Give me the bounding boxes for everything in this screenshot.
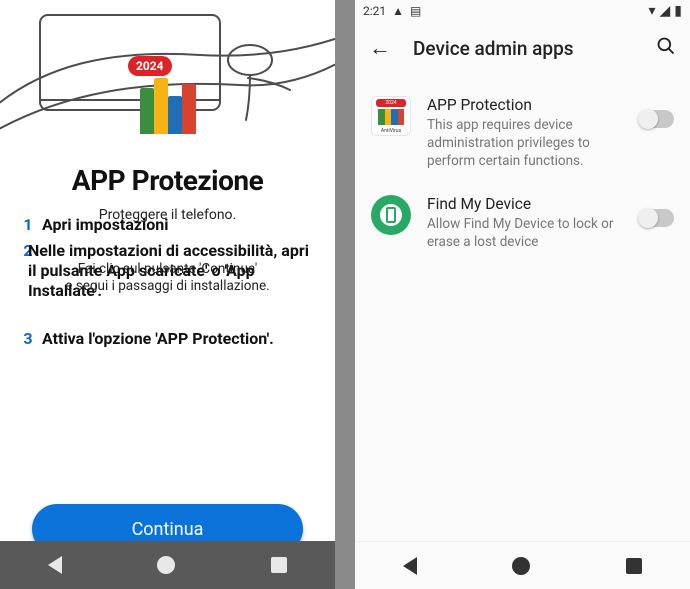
app-bar: ← Device admin apps bbox=[355, 22, 690, 74]
toggle-find-my-device[interactable] bbox=[640, 209, 674, 227]
navigation-bar bbox=[0, 541, 335, 589]
warning-icon: ▲ bbox=[392, 4, 404, 18]
step-3: 3 Attiva l'opzione 'APP Protection'. bbox=[14, 329, 321, 349]
toggle-app-protection[interactable] bbox=[640, 110, 674, 128]
list-item-app-protection[interactable]: 2024 AntiVirus APP Protection This app r… bbox=[355, 84, 690, 183]
app-protection-logo-icon bbox=[140, 78, 196, 134]
home-nav-icon[interactable] bbox=[512, 557, 530, 575]
status-time: 2:21 bbox=[363, 4, 386, 18]
search-icon[interactable] bbox=[656, 36, 676, 61]
signal-icon: ◢ bbox=[660, 3, 671, 19]
app-protection-icon: 2024 AntiVirus bbox=[371, 96, 411, 136]
back-nav-icon[interactable] bbox=[403, 557, 417, 575]
step-text: Apri impostazioni bbox=[42, 215, 169, 235]
notification-icon: ▤ bbox=[410, 4, 421, 18]
find-my-device-icon bbox=[371, 195, 411, 235]
list-item-find-my-device[interactable]: Find My Device Allow Find My Device to l… bbox=[355, 183, 690, 263]
list-item-description: Allow Find My Device to lock or erase a … bbox=[427, 215, 624, 251]
status-bar: 2:21 ▲ ▤ ▾ ◢ ▮ bbox=[355, 0, 690, 22]
list-item-description: This app requires device administration … bbox=[427, 116, 624, 171]
back-nav-icon[interactable] bbox=[48, 556, 62, 574]
recents-nav-icon[interactable] bbox=[626, 558, 642, 574]
wifi-icon: ▾ bbox=[648, 3, 655, 19]
recents-nav-icon[interactable] bbox=[271, 557, 287, 573]
overlay-text-b: e segui i passaggi di installazione. bbox=[0, 278, 335, 294]
battery-icon: ▮ bbox=[674, 3, 682, 19]
app-title: APP Protezione bbox=[0, 164, 335, 197]
screen-app-protezione: 2024 APP Protezione Proteggere il telefo… bbox=[0, 0, 335, 589]
year-badge: 2024 bbox=[128, 56, 172, 76]
app-bar-title: Device admin apps bbox=[413, 37, 656, 60]
navigation-bar bbox=[355, 541, 690, 589]
step-text: Attiva l'opzione 'APP Protection'. bbox=[42, 329, 274, 349]
back-arrow-icon[interactable]: ← bbox=[369, 35, 399, 61]
screen-device-admin: 2:21 ▲ ▤ ▾ ◢ ▮ ← Device admin apps 2024 … bbox=[355, 0, 690, 589]
overlay-text-a: Fai clic sul pulsante 'Continua' bbox=[0, 261, 335, 277]
list-item-title: Find My Device bbox=[427, 195, 624, 213]
step-1: 1 Apri impostazioni bbox=[14, 215, 321, 235]
screen-divider bbox=[335, 0, 355, 589]
admin-apps-list: 2024 AntiVirus APP Protection This app r… bbox=[355, 74, 690, 273]
step-number: 1 bbox=[14, 215, 42, 235]
list-item-title: APP Protection bbox=[427, 96, 624, 114]
step-number: 3 bbox=[14, 329, 42, 349]
home-nav-icon[interactable] bbox=[157, 556, 175, 574]
